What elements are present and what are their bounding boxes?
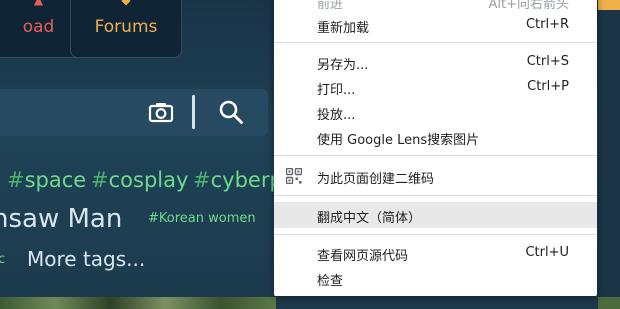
qr-code-icon [286,168,302,184]
search-bar[interactable] [0,89,268,136]
page-right-edge [598,0,620,309]
tag-cyberpunk[interactable]: #cyberp [193,168,283,192]
menu-item-reload[interactable]: 重新加载 Ctrl+R [274,12,597,38]
tag-korean-women[interactable]: #Korean women [148,211,256,226]
right-tile-fragment [598,0,620,10]
search-divider [192,95,195,129]
upload-icon: ▲ [33,0,44,7]
tag-cosplay[interactable]: #cosplay [91,168,188,192]
menu-item-translate[interactable]: 翻成中文（简体） [274,202,597,228]
thumbnail-strip[interactable] [0,297,276,309]
more-tags-link[interactable]: More tags... [27,247,145,271]
menu-separator [274,155,597,156]
forums-icon: ◆ [121,0,131,7]
right-thumbnail-fragment [598,297,620,309]
search-icon[interactable] [218,99,244,125]
menu-item-save-as[interactable]: 另存为... Ctrl+S [274,49,597,75]
camera-icon[interactable] [148,100,174,124]
tag-chainsaw-man[interactable]: nsaw Man [0,204,122,234]
menu-item-view-source[interactable]: 查看网页源代码 Ctrl+U [274,240,597,266]
menu-separator [274,234,597,235]
menu-item-google-lens[interactable]: 使用 Google Lens搜索图片 [274,124,597,150]
menu-separator [274,42,597,43]
menu-item-create-qr-code[interactable]: 为此页面创建二维码 [274,163,597,189]
forums-tile[interactable]: ◆ Forums [70,0,182,58]
menu-item-print[interactable]: 打印... Ctrl+P [274,74,597,100]
forums-tile-label: Forums [94,17,158,37]
tag-space[interactable]: #space [7,168,86,192]
menu-separator [274,195,597,196]
menu-item-inspect[interactable]: 检查 [274,265,597,291]
tag-fragment[interactable]: c [0,252,5,267]
menu-item-cast[interactable]: 投放... [274,99,597,125]
context-menu: 前进 Alt+向右箭头 重新加载 Ctrl+R 另存为... Ctrl+S 打印… [274,0,597,296]
